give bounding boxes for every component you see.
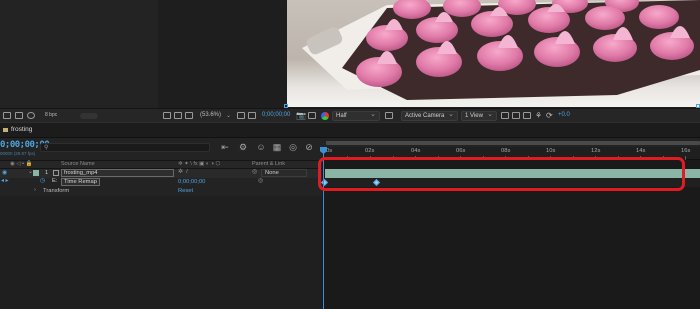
grid-icon[interactable] <box>185 112 193 119</box>
keyframe-nav-icon[interactable]: ◂ ▸ <box>1 178 8 184</box>
chevron-down-icon[interactable]: ⌄ <box>226 112 231 119</box>
layers-empty-area <box>0 196 322 309</box>
frame-blending-icon[interactable]: ▦ <box>272 142 282 152</box>
work-area-handle[interactable] <box>326 141 700 145</box>
flowchart-icon[interactable] <box>523 112 531 119</box>
transparency-grid-icon[interactable] <box>248 112 256 119</box>
timeline-tab-strip <box>0 122 700 138</box>
ruler-label: 06s <box>456 148 466 154</box>
viewer-timecode[interactable]: 0;00;00;00 <box>262 112 290 118</box>
layer-switch-icons[interactable]: ✲ / <box>178 169 188 175</box>
camera-dropdown[interactable]: Active Camera <box>401 110 458 121</box>
reset-exposure-icon[interactable]: ⟳ <box>546 111 553 120</box>
footage-icon <box>53 170 59 176</box>
expression-icon: E: <box>52 178 58 184</box>
ruler-label: 14s <box>636 148 646 154</box>
highlight-annotation <box>318 157 685 191</box>
new-comp-icon[interactable] <box>27 112 35 119</box>
motion-blur-icon[interactable]: ◎ <box>288 142 298 152</box>
transform-reset[interactable]: Reset <box>178 188 193 194</box>
meringue-tray-image <box>302 0 700 100</box>
layer-index: 1 <box>45 170 49 176</box>
parent-dropdown[interactable]: None <box>261 169 307 177</box>
color-channel-icon[interactable] <box>321 112 329 120</box>
stopwatch-icon[interactable]: ◷ <box>40 178 45 184</box>
always-preview-icon[interactable] <box>163 112 171 119</box>
parent-link-header[interactable]: Parent & Link <box>252 161 285 167</box>
viewer-toolbar: (53.6%) ⌄ 0;00;00;00 📷 Half Active Camer… <box>158 108 700 122</box>
fast-previews-icon[interactable] <box>385 112 393 119</box>
bit-depth-label[interactable]: 8 bpc <box>45 112 57 118</box>
region-of-interest-icon[interactable] <box>237 112 245 119</box>
time-remap-value[interactable]: 0;00;00;00 <box>178 179 205 185</box>
3d-view-icon[interactable] <box>512 112 520 119</box>
ruler-label: 16s <box>681 148 691 154</box>
ruler-label: 02s <box>365 148 375 154</box>
source-name-header[interactable]: Source Name <box>61 161 95 167</box>
share-icon[interactable]: ⚘ <box>535 111 542 120</box>
video-visibility-icon[interactable]: ◉ <box>2 170 7 176</box>
layer-name[interactable]: frosting_mp4 <box>61 169 174 177</box>
pickwhip-icon[interactable]: ◎ <box>252 169 257 175</box>
graph-editor-icon[interactable]: ⊘ <box>304 142 314 152</box>
ruler-label: 08s <box>501 148 511 154</box>
expand-chevron-icon[interactable]: ⌄ <box>28 169 33 175</box>
exposure-value[interactable]: +0.0 <box>558 112 570 118</box>
magnification-dropdown[interactable]: (53.6%) <box>200 112 221 118</box>
ruler-label: 04s <box>411 148 421 154</box>
av-switches-header: ◉ ◁ ▪ 🔒 <box>10 161 33 167</box>
time-remap-row[interactable] <box>0 178 322 187</box>
comp-marker-icon[interactable]: ⇤ <box>220 142 230 152</box>
frame-rate-label: 00000 (29.97 fps) <box>0 151 36 156</box>
ruler-label: 10s <box>546 148 556 154</box>
ruler-label: 12s <box>591 148 601 154</box>
interpret-footage-icon[interactable] <box>3 112 11 119</box>
layer-search-input[interactable]: ⚲ <box>40 143 210 152</box>
project-panel <box>0 0 158 108</box>
show-snapshot-icon[interactable] <box>308 112 316 119</box>
label-color-swatch[interactable] <box>33 170 39 176</box>
expand-chevron-icon[interactable]: › <box>34 187 36 193</box>
camera-snapshot-icon[interactable]: 📷 <box>296 111 306 120</box>
resolution-dropdown[interactable]: Half <box>332 110 380 121</box>
new-folder-icon[interactable] <box>15 112 23 119</box>
draft-3d-icon[interactable]: ⚙ <box>238 142 248 152</box>
transform-label[interactable]: Transform <box>43 188 69 194</box>
toggle-pixel-aspect-icon[interactable] <box>501 112 509 119</box>
monitor-icon[interactable] <box>174 112 182 119</box>
tab-frosting[interactable]: frosting <box>0 124 36 136</box>
shy-layers-icon[interactable]: ☺ <box>256 142 266 152</box>
views-dropdown[interactable]: 1 View <box>461 110 497 121</box>
expression-pickwhip-icon[interactable]: ◎ <box>258 178 263 184</box>
time-remap-label: Time Remap <box>61 178 100 186</box>
footage-preview <box>287 0 700 107</box>
layer-switches-header: ✲ ✦ \ fx ▣ ◐ ◑ ⬡ <box>178 161 221 167</box>
project-toolbar: 8 bpc <box>0 108 158 122</box>
search-icon: ⚲ <box>44 145 49 151</box>
toggle-pill[interactable] <box>80 113 98 119</box>
